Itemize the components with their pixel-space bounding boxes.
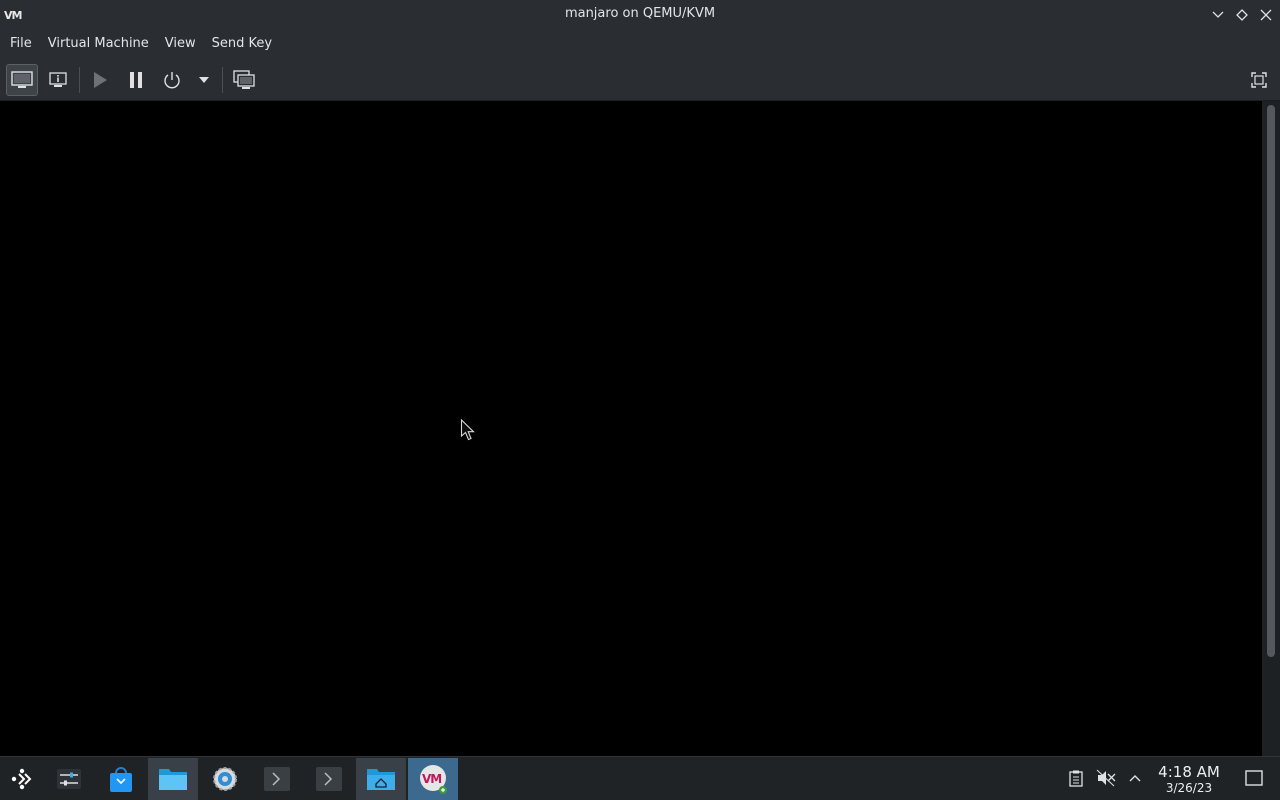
svg-text:VM: VM — [422, 772, 441, 786]
terminal-icon[interactable] — [252, 758, 302, 800]
maximize-icon[interactable] — [1233, 6, 1251, 24]
toolbar-separator — [79, 67, 80, 93]
digital-clock[interactable]: 4:18 AM 3/26/23 — [1150, 763, 1228, 796]
minimize-icon[interactable] — [1209, 6, 1227, 24]
window-title: manjaro on QEMU/KVM — [564, 6, 716, 21]
menu-virtual-machine[interactable]: Virtual Machine — [40, 29, 157, 59]
power-icon[interactable] — [156, 64, 188, 96]
snapshots-icon[interactable] — [228, 64, 260, 96]
file-manager-folder-icon[interactable] — [148, 758, 198, 800]
terminal-icon[interactable] — [304, 758, 354, 800]
fullscreen-icon[interactable] — [1243, 64, 1275, 96]
system-settings-sliders-icon[interactable] — [44, 758, 94, 800]
show-desktop-icon[interactable] — [1244, 768, 1264, 788]
home-folder-icon[interactable] — [356, 758, 406, 800]
chevron-down-icon[interactable] — [189, 64, 219, 96]
clock-time: 4:18 AM — [1158, 763, 1220, 781]
software-store-bag-icon[interactable] — [96, 758, 146, 800]
run-play-icon[interactable] — [84, 64, 116, 96]
menu-view[interactable]: View — [157, 29, 204, 59]
pause-icon[interactable] — [120, 64, 152, 96]
volume-muted-icon[interactable] — [1096, 768, 1116, 788]
system-settings-gear-icon[interactable] — [200, 758, 250, 800]
scrollbar-thumb[interactable] — [1267, 105, 1275, 657]
toolbar-separator — [222, 67, 223, 93]
menu-send-key[interactable]: Send Key — [204, 29, 280, 59]
clipboard-icon[interactable] — [1066, 768, 1086, 788]
taskbar: VM 4:18 AM 3/26/23 — [0, 756, 1280, 800]
virt-manager-icon[interactable]: VM — [408, 758, 458, 800]
mouse-pointer-icon — [460, 418, 476, 445]
close-icon[interactable] — [1257, 6, 1275, 24]
menu-bar: File Virtual Machine View Send Key — [0, 29, 1280, 59]
chevron-up-icon[interactable] — [1125, 768, 1145, 788]
vm-console-display[interactable] — [0, 101, 1262, 756]
vertical-scrollbar[interactable] — [1262, 101, 1280, 756]
clock-date: 3/26/23 — [1165, 781, 1213, 795]
menu-file[interactable]: File — [2, 29, 40, 59]
console-monitor-icon[interactable] — [6, 64, 38, 96]
details-info-icon[interactable] — [42, 64, 74, 96]
title-bar: VM manjaro on QEMU/KVM — [0, 0, 1280, 29]
application-launcher-icon[interactable] — [0, 758, 44, 800]
toolbar — [0, 59, 1280, 101]
